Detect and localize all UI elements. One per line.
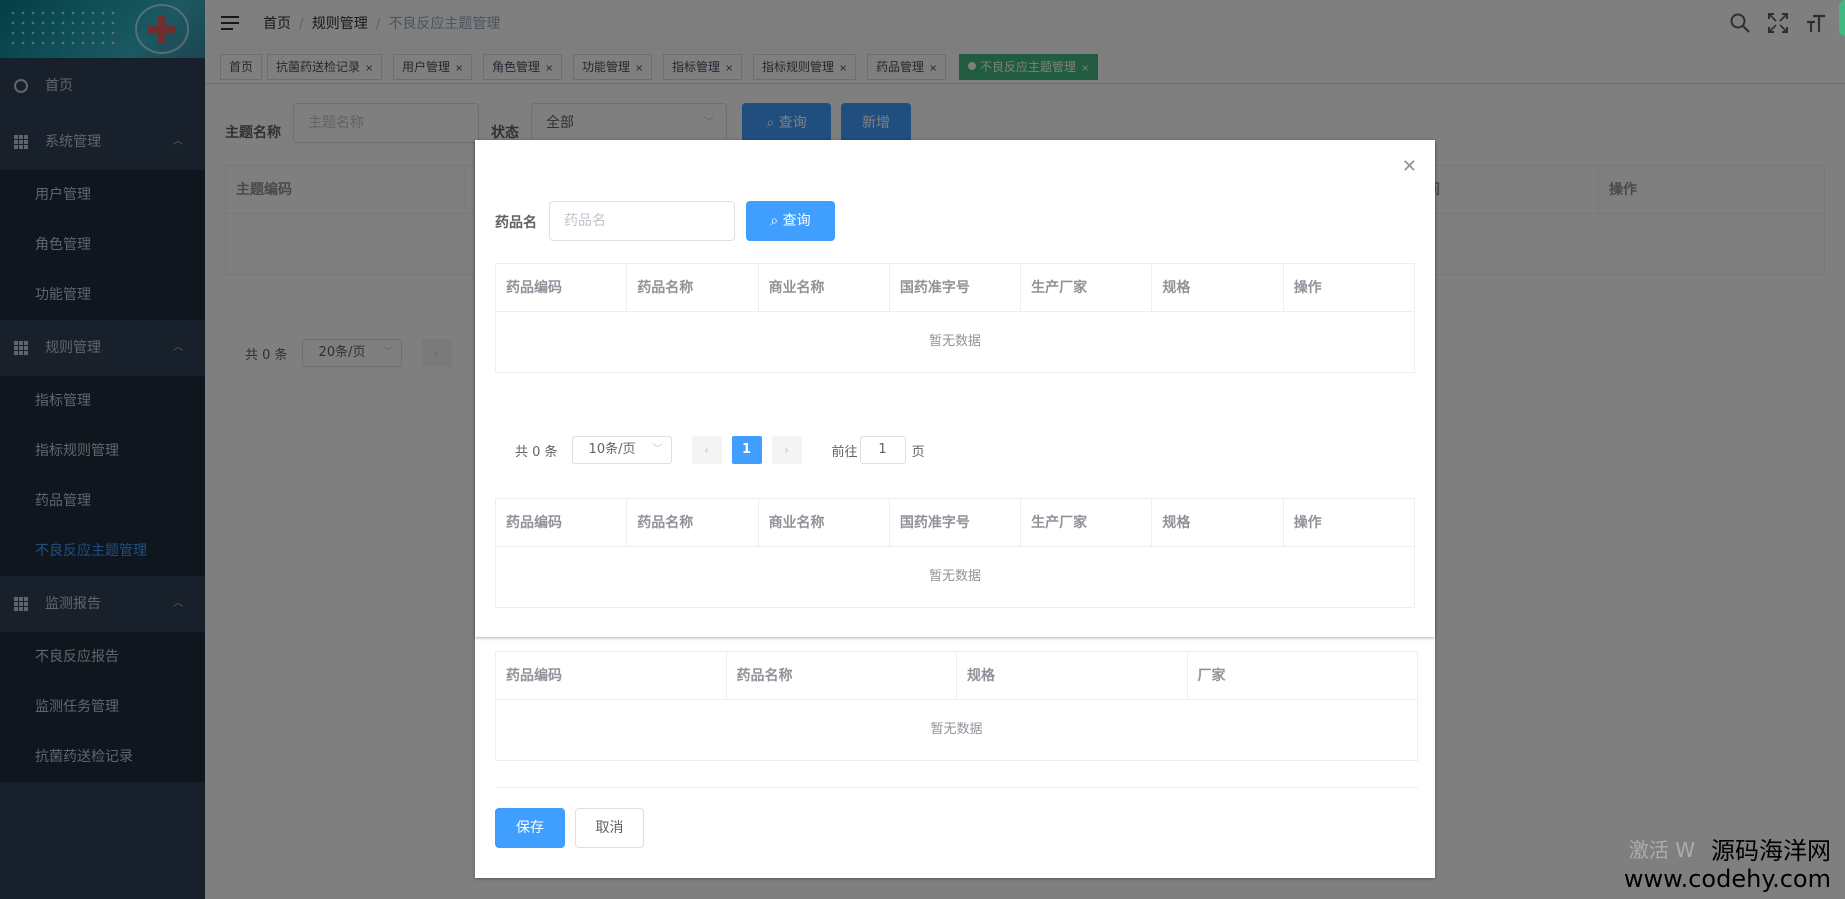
column-header: 药品编码	[496, 264, 628, 311]
drug-name-input[interactable]: 药品名	[549, 201, 735, 241]
goto-label: 前往	[831, 444, 858, 460]
selected-drugs-table: 药品编码 药品名称 规格 厂家 暂无数据	[495, 651, 1418, 761]
column-header: 生产厂家	[1021, 499, 1153, 546]
column-header: 规格	[1152, 264, 1284, 311]
page-number-current[interactable]: 1	[731, 436, 762, 464]
column-header: 生产厂家	[1021, 264, 1153, 311]
table-header: 药品编码 药品名称 商业名称 国药准字号 生产厂家 规格 操作	[496, 499, 1414, 547]
column-header: 规格	[957, 652, 1188, 699]
divider	[495, 787, 1418, 788]
column-header: 国药准字号	[890, 264, 1022, 311]
empty-text: 暂无数据	[928, 334, 981, 349]
empty-text: 暂无数据	[930, 722, 983, 737]
table-header: 药品编码 药品名称 商业名称 国药准字号 生产厂家 规格 操作	[496, 264, 1414, 312]
column-header: 商业名称	[759, 264, 890, 311]
column-header: 药品编码	[496, 499, 628, 546]
column-header: 操作	[1293, 280, 1322, 296]
drug-search-table: 药品编码 药品名称 商业名称 国药准字号 生产厂家 规格 操作 暂无数据	[495, 263, 1415, 373]
column-header: 操作	[1293, 515, 1322, 531]
chevron-down-icon: ﹀	[652, 444, 663, 455]
drug-select-modal: ✕ 药品名 药品名 ⌕ 查询 药品编码 药品名称 商业名称 国药准字号 生产厂家…	[475, 140, 1435, 637]
site-watermark: 源码海洋网 www.codehy.com	[1624, 837, 1831, 893]
cancel-button[interactable]: 取消	[575, 808, 644, 848]
prev-page-button[interactable]: ‹	[691, 436, 722, 464]
save-button[interactable]: 保存	[495, 808, 565, 848]
column-header: 厂家	[1197, 668, 1226, 684]
column-header: 国药准字号	[890, 499, 1022, 546]
page-jump-input[interactable]: 1	[859, 436, 906, 464]
page-size-select[interactable]: 10条/页 ﹀	[571, 436, 672, 464]
drug-selected-table: 药品编码 药品名称 商业名称 国药准字号 生产厂家 规格 操作 暂无数据	[495, 498, 1415, 608]
next-page-button[interactable]: ›	[771, 436, 802, 464]
page-suffix-label: 页	[911, 444, 925, 460]
column-header: 药品名称	[627, 499, 759, 546]
column-header: 药品编码	[496, 652, 727, 699]
drug-name-label: 药品名	[495, 215, 537, 231]
edge-accent	[1839, 0, 1845, 36]
modal-pagination: 共 0 条 10条/页 ﹀ ‹ 1 › 前往 1 页	[515, 436, 925, 464]
watermark-line1: 源码海洋网	[1711, 837, 1831, 865]
close-icon[interactable]: ✕	[1402, 158, 1417, 176]
pagination-total: 共 0 条	[515, 444, 558, 460]
column-header: 商业名称	[759, 499, 890, 546]
column-header: 规格	[1152, 499, 1284, 546]
column-header: 药品名称	[727, 652, 957, 699]
watermark-line2: www.codehy.com	[1623, 865, 1831, 893]
table-header: 药品编码 药品名称 规格 厂家	[496, 652, 1417, 700]
search-button-label: 查询	[782, 213, 811, 229]
column-header: 药品名称	[627, 264, 759, 311]
search-icon: ⌕	[770, 213, 783, 229]
modal-search-button[interactable]: ⌕ 查询	[746, 201, 835, 241]
empty-text: 暂无数据	[928, 569, 981, 584]
page-size-value: 10条/页	[588, 442, 636, 457]
